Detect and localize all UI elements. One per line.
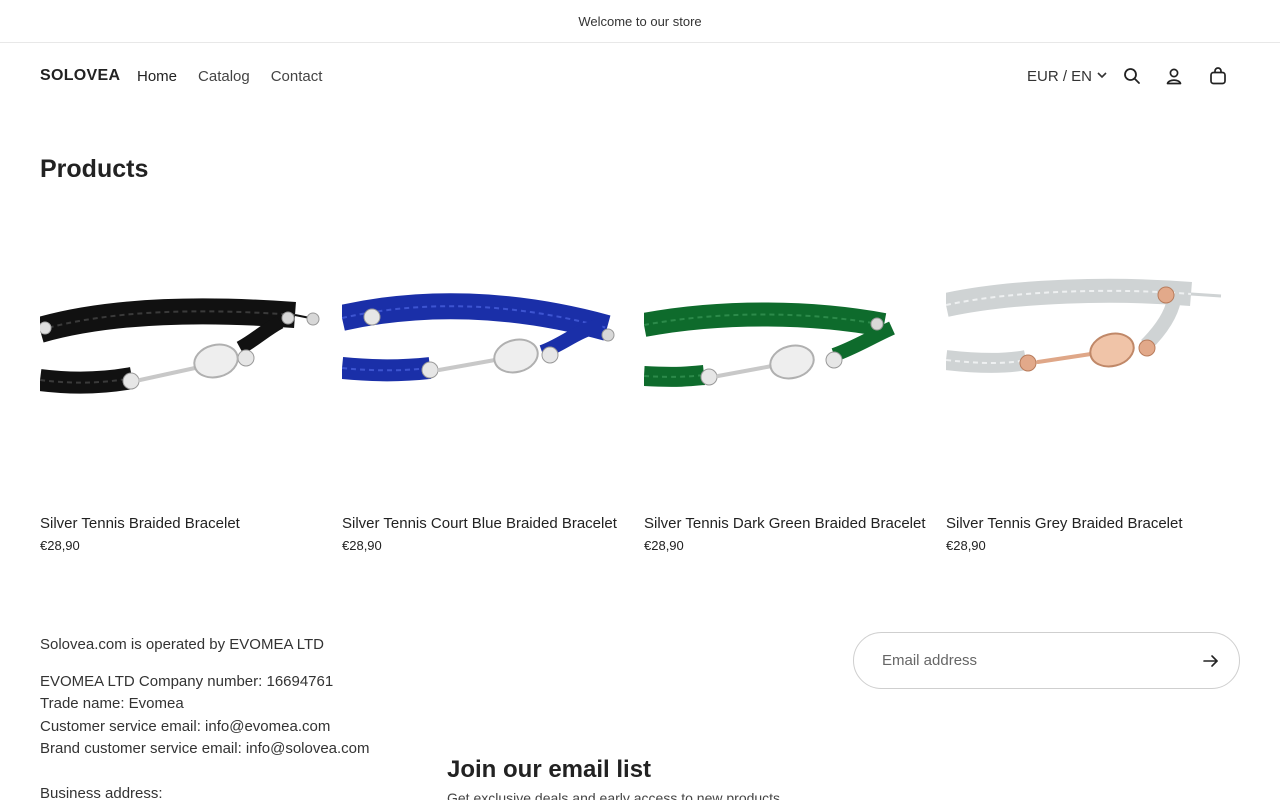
product-price: €28,90	[946, 538, 986, 553]
account-icon[interactable]	[1164, 66, 1184, 86]
site-header: SOLOVEA Home Catalog Contact EUR / EN	[0, 43, 1280, 111]
footer-trade-name: Trade name: Evomea	[40, 695, 184, 712]
product-image[interactable]	[946, 200, 1228, 500]
announcement-text: Welcome to our store	[578, 13, 702, 29]
newsletter-form	[853, 632, 1240, 689]
product-price: €28,90	[342, 538, 382, 553]
product-price: €28,90	[644, 538, 684, 553]
nav-home[interactable]: Home	[137, 68, 177, 85]
footer-business-address-label: Business address:	[40, 784, 163, 800]
product-image[interactable]	[40, 200, 322, 500]
email-input[interactable]	[882, 652, 1182, 669]
product-image[interactable]	[644, 200, 926, 500]
product-card[interactable]: Silver Tennis Braided Bracelet €28,90	[40, 200, 322, 553]
nav-catalog[interactable]: Catalog	[198, 68, 250, 85]
locale-label: EUR / EN	[1027, 68, 1093, 85]
footer-operated-text: Solovea.com is operated by EVOMEA LTD	[40, 636, 325, 653]
footer-customer-service-email: Customer service email: info@evomea.com	[40, 717, 331, 735]
currency-language-selector[interactable]: EUR / EN	[1027, 68, 1108, 85]
product-title[interactable]: Silver Tennis Grey Braided Bracelet	[946, 515, 1183, 532]
product-title[interactable]: Silver Tennis Braided Bracelet	[40, 515, 240, 532]
footer-company-number: EVOMEA LTD Company number: 16694761	[40, 672, 334, 690]
main-nav: Home Catalog Contact	[137, 68, 322, 85]
product-card[interactable]: Silver Tennis Grey Braided Bracelet €28,…	[946, 200, 1228, 553]
product-price: €28,90	[40, 538, 80, 553]
product-card[interactable]: Silver Tennis Dark Green Braided Bracele…	[644, 200, 926, 553]
newsletter-title: Join our email list	[447, 756, 652, 783]
nav-contact[interactable]: Contact	[271, 68, 323, 85]
announcement-bar: Welcome to our store	[0, 0, 1280, 43]
store-logo[interactable]: SOLOVEA	[40, 67, 120, 85]
chevron-down-icon	[1096, 68, 1108, 85]
page-title: Products	[40, 155, 149, 183]
footer-company-info: Solovea.com is operated by EVOMEA LTD EV…	[40, 634, 370, 800]
search-icon[interactable]	[1122, 66, 1142, 86]
product-title[interactable]: Silver Tennis Dark Green Braided Bracele…	[644, 515, 926, 532]
newsletter-subtitle: Get exclusive deals and early access to …	[447, 790, 784, 800]
product-grid: Silver Tennis Braided Bracelet €28,90 Si…	[40, 200, 1240, 570]
cart-icon[interactable]	[1208, 66, 1228, 86]
product-image[interactable]	[342, 200, 624, 500]
footer-brand-email: Brand customer service email: info@solov…	[40, 740, 370, 757]
product-title[interactable]: Silver Tennis Court Blue Braided Bracele…	[342, 515, 617, 532]
product-card[interactable]: Silver Tennis Court Blue Braided Bracele…	[342, 200, 624, 553]
arrow-right-icon[interactable]	[1201, 651, 1221, 671]
